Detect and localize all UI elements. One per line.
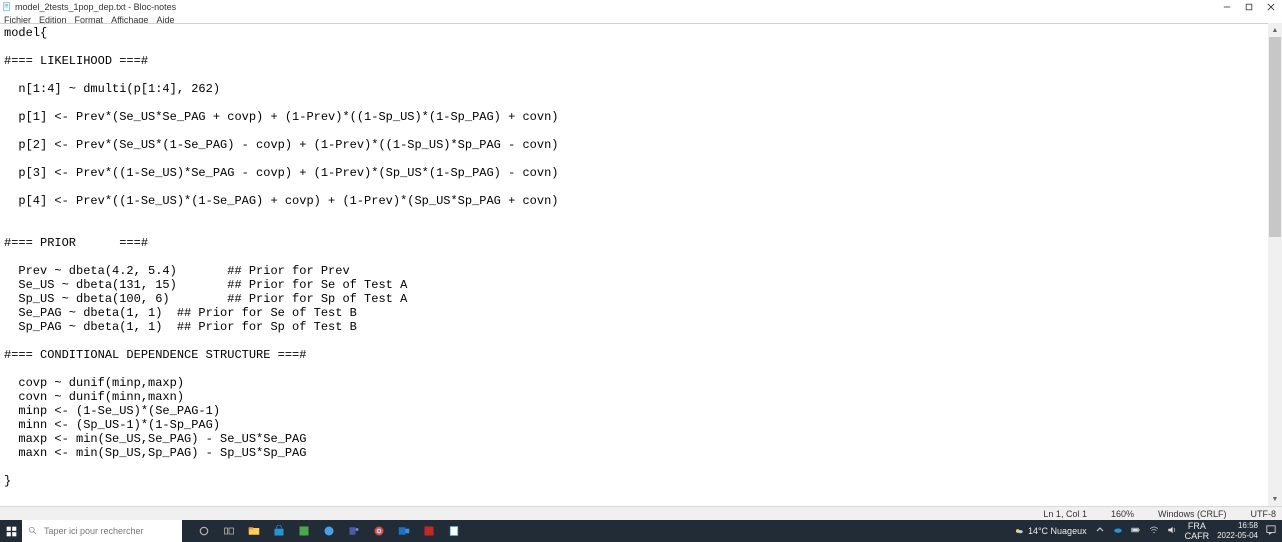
lang-line1: FRA <box>1188 521 1206 531</box>
taskbar: Taper ici pour rechercher 14°C Nuageux F… <box>0 520 1282 542</box>
battery-icon[interactable] <box>1131 525 1141 537</box>
notepad-icon <box>2 2 12 12</box>
search-icon <box>28 526 38 536</box>
window-controls <box>1216 0 1282 14</box>
editor-wrap: model{ #=== LIKELIHOOD ===# n[1:4] ~ dmu… <box>0 23 1282 506</box>
browser-icon[interactable] <box>317 520 341 542</box>
onedrive-icon[interactable] <box>1113 525 1123 537</box>
maximize-button[interactable] <box>1238 0 1260 14</box>
scroll-up-icon[interactable]: ▲ <box>1268 23 1282 37</box>
outlook-icon[interactable] <box>392 520 416 542</box>
close-button[interactable] <box>1260 0 1282 14</box>
language-indicator[interactable]: FRA CAFR <box>1185 521 1210 541</box>
windows-icon <box>6 526 17 537</box>
statusbar: Ln 1, Col 1 160% Windows (CRLF) UTF-8 <box>0 506 1282 520</box>
search-input[interactable]: Taper ici pour rechercher <box>22 520 182 542</box>
clock-date: 2022-05-04 <box>1217 531 1258 541</box>
lang-line2: CAFR <box>1185 531 1210 541</box>
chrome-icon[interactable] <box>367 520 391 542</box>
scrollbar-vertical[interactable]: ▲ ▼ <box>1268 23 1282 506</box>
search-placeholder: Taper ici pour rechercher <box>44 526 144 536</box>
editor[interactable]: model{ #=== LIKELIHOOD ===# n[1:4] ~ dmu… <box>0 24 1282 506</box>
cortana-icon[interactable] <box>192 520 216 542</box>
window-title: model_2tests_1pop_dep.txt - Bloc-notes <box>15 2 176 12</box>
store-icon[interactable] <box>267 520 291 542</box>
titlebar: model_2tests_1pop_dep.txt - Bloc-notes <box>0 0 1282 14</box>
notifications-icon[interactable] <box>1266 525 1276 537</box>
taskbar-apps <box>192 520 466 542</box>
clock-time: 16:58 <box>1217 521 1258 531</box>
tray-chevron-icon[interactable] <box>1095 525 1105 537</box>
weather-icon <box>1014 526 1024 536</box>
status-position: Ln 1, Col 1 <box>1043 509 1087 519</box>
app-green-icon[interactable] <box>292 520 316 542</box>
notepad-taskbar-icon[interactable] <box>442 520 466 542</box>
explorer-icon[interactable] <box>242 520 266 542</box>
status-zoom: 160% <box>1111 509 1134 519</box>
system-tray: 14°C Nuageux FRA CAFR 16:58 2022-05-04 <box>1008 521 1282 541</box>
weather-text: 14°C Nuageux <box>1028 526 1087 536</box>
start-button[interactable] <box>0 520 22 542</box>
sound-icon[interactable] <box>1167 525 1177 537</box>
wifi-icon[interactable] <box>1149 525 1159 537</box>
minimize-button[interactable] <box>1216 0 1238 14</box>
status-encoding: UTF-8 <box>1251 509 1277 519</box>
status-eol: Windows (CRLF) <box>1158 509 1227 519</box>
acrobat-icon[interactable] <box>417 520 441 542</box>
teams-icon[interactable] <box>342 520 366 542</box>
scrollbar-thumb[interactable] <box>1269 37 1281 237</box>
scroll-down-icon[interactable]: ▼ <box>1268 492 1282 506</box>
taskview-icon[interactable] <box>217 520 241 542</box>
clock[interactable]: 16:58 2022-05-04 <box>1217 521 1258 541</box>
weather-widget[interactable]: 14°C Nuageux <box>1014 526 1087 536</box>
